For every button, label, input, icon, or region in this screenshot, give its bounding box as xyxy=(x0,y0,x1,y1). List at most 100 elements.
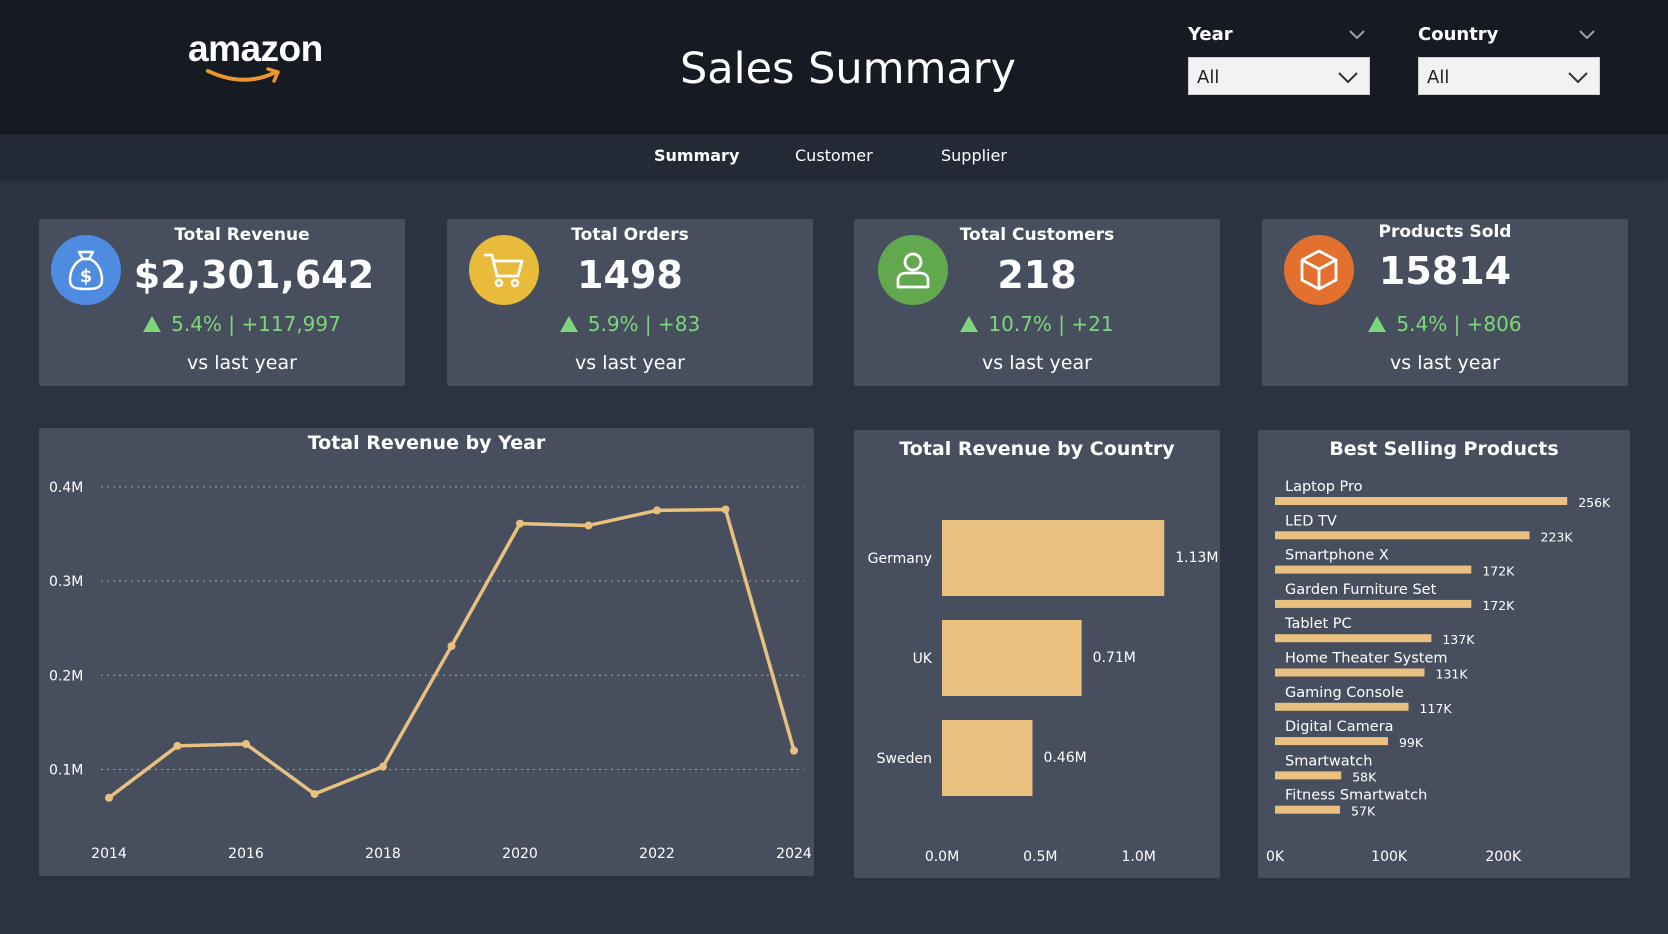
data-label: 131K xyxy=(1436,667,1469,682)
data-label: 0.71M xyxy=(1093,650,1136,666)
up-triangle-icon xyxy=(960,316,979,332)
year-filter: Year All xyxy=(1188,24,1370,95)
bar xyxy=(1275,737,1388,746)
bar xyxy=(1275,497,1568,505)
kpi-card-total-revenue: $ Total Revenue $2,301,642 5.4% | +117,9… xyxy=(39,219,405,386)
kpi-sub: vs last year xyxy=(982,352,1092,374)
data-point xyxy=(173,741,182,750)
kpi-card-products-sold: Products Sold 15814 5.4% | +806 vs last … xyxy=(1262,219,1628,386)
y-tick-label: 0.4M xyxy=(49,480,83,496)
kpi-pct: 5.4% xyxy=(171,312,222,336)
category-label: UK xyxy=(913,651,933,667)
up-triangle-icon xyxy=(559,316,578,332)
kpi-delta-value: | +83 xyxy=(644,312,701,336)
kpi-delta: 5.4% | +117,997 xyxy=(59,312,425,336)
data-label: 117K xyxy=(1420,701,1453,716)
tab-summary[interactable]: Summary xyxy=(654,146,739,165)
country-filter-header: Country xyxy=(1418,24,1600,52)
kpi-delta-value: | +806 xyxy=(1453,312,1522,336)
category-label: Germany xyxy=(868,551,932,567)
x-tick-label: 200K xyxy=(1485,849,1522,865)
data-label: 172K xyxy=(1482,564,1515,579)
data-label: 57K xyxy=(1351,804,1376,819)
y-tick-label: 0.3M xyxy=(49,574,83,590)
bar xyxy=(1275,531,1530,540)
nav-bar: Summary Customer Supplier xyxy=(0,134,1668,176)
bar xyxy=(942,720,1033,796)
category-label: LED TV xyxy=(1285,513,1337,529)
data-point xyxy=(721,505,730,514)
page-title: Sales Summary xyxy=(680,44,1016,94)
kpi-sub: vs last year xyxy=(187,352,297,374)
category-label: Digital Camera xyxy=(1285,719,1394,735)
category-label: Sweden xyxy=(877,751,932,767)
kpi-pct: 5.4% xyxy=(1396,312,1448,336)
best-selling-products-chart: Laptop Pro 256K LED TV 223K Smartphone X 172K… xyxy=(1266,479,1611,865)
year-filter-dropdown[interactable]: All xyxy=(1188,57,1370,95)
kpi-card-total-customers: Total Customers 218 10.7% | +21 vs last … xyxy=(854,219,1220,386)
amazon-logo: amazon xyxy=(188,28,328,88)
kpi-value: 1498 xyxy=(577,253,683,297)
bar xyxy=(1275,702,1409,711)
category-label: Laptop Pro xyxy=(1285,479,1363,495)
revenue-by-country-chart: Germany 1.13M UK 0.71M Sweden 0.46M 0.0M 0.5M 1.… xyxy=(868,520,1218,865)
logo-text: amazon xyxy=(188,28,323,69)
country-filter: Country All xyxy=(1418,24,1600,95)
chevron-down-icon[interactable] xyxy=(1578,28,1596,40)
up-triangle-icon xyxy=(143,316,162,332)
kpi-title: Products Sold xyxy=(1378,222,1512,242)
kpi-title: Total Customers xyxy=(959,225,1115,245)
chevron-down-icon[interactable] xyxy=(1348,28,1366,40)
kpi-value: $2,301,642 xyxy=(133,253,375,297)
category-label: Smartphone X xyxy=(1285,548,1389,564)
logo-smile-icon xyxy=(206,67,280,83)
data-point xyxy=(447,642,456,651)
revenue-by-country-card: Total Revenue by Country Germany 1.13M UK 0… xyxy=(854,430,1220,878)
chevron-down-icon xyxy=(1338,72,1358,84)
series-line xyxy=(107,507,796,800)
bar xyxy=(1275,634,1432,643)
country-filter-value: All xyxy=(1427,67,1450,88)
tab-customer[interactable]: Customer xyxy=(795,146,873,165)
category-label: Tablet PC xyxy=(1284,616,1352,632)
data-label: 223K xyxy=(1541,529,1574,544)
data-point xyxy=(790,746,798,755)
category-label: Smartwatch xyxy=(1285,753,1372,769)
x-tick-label: 1.0M xyxy=(1121,849,1155,865)
y-tick-label: 0.1M xyxy=(49,762,83,778)
kpi-title: Total Revenue xyxy=(174,225,310,245)
x-tick-label: 0K xyxy=(1266,849,1285,865)
kpi-delta: 10.7% | +21 xyxy=(854,312,1220,336)
bar xyxy=(1275,805,1341,814)
data-point xyxy=(105,793,113,802)
data-label: 0.46M xyxy=(1043,750,1086,766)
bar xyxy=(1275,668,1425,677)
data-point xyxy=(516,519,524,528)
kpi-value: 15814 xyxy=(1378,249,1512,293)
data-label: 137K xyxy=(1442,632,1475,647)
data-point xyxy=(379,762,387,771)
country-filter-dropdown[interactable]: All xyxy=(1418,57,1600,95)
kpi-title: Total Orders xyxy=(571,225,689,245)
category-label: Gaming Console xyxy=(1285,685,1404,701)
category-label: Fitness Smartwatch xyxy=(1285,788,1427,804)
kpi-delta-value: | +21 xyxy=(1058,312,1114,336)
x-tick-label: 2022 xyxy=(639,846,675,862)
kpi-delta: 5.4% | +806 xyxy=(1262,312,1628,336)
bar xyxy=(942,620,1082,696)
year-filter-label: Year xyxy=(1188,24,1233,45)
category-label: Garden Furniture Set xyxy=(1285,582,1437,598)
data-label: 99K xyxy=(1399,735,1424,750)
category-label: Home Theater System xyxy=(1285,651,1448,667)
x-tick-label: 2014 xyxy=(91,846,127,862)
x-tick-label: 2016 xyxy=(228,846,264,862)
kpi-pct: 10.7% xyxy=(988,312,1052,336)
data-point xyxy=(310,789,319,798)
x-tick-label: 100K xyxy=(1371,849,1408,865)
data-point xyxy=(242,740,250,749)
year-filter-value: All xyxy=(1197,67,1220,88)
data-label: 256K xyxy=(1578,495,1611,510)
tab-supplier[interactable]: Supplier xyxy=(941,146,1007,165)
up-triangle-icon xyxy=(1368,316,1387,332)
x-tick-label: 0.5M xyxy=(1023,849,1057,865)
